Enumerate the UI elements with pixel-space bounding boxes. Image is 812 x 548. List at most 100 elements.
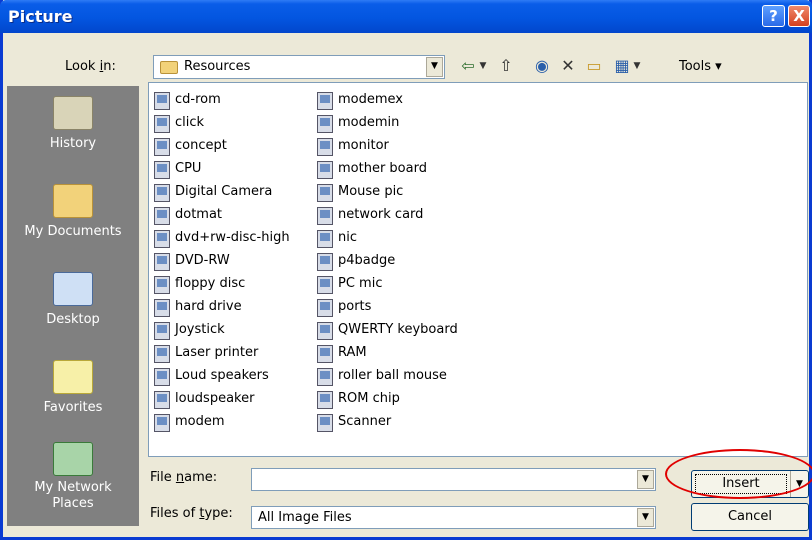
place-label: Desktop bbox=[46, 312, 100, 327]
file-item-label: Scanner bbox=[338, 414, 392, 429]
image-file-icon bbox=[154, 299, 170, 317]
image-file-icon bbox=[317, 184, 333, 202]
image-file-icon bbox=[317, 115, 333, 133]
file-item-label: Laser printer bbox=[175, 345, 259, 360]
file-item-label: Joystick bbox=[175, 322, 225, 337]
place-my-documents[interactable]: My Documents bbox=[7, 184, 139, 240]
file-type-label: Files of type: bbox=[150, 506, 233, 521]
image-file-icon bbox=[154, 161, 170, 179]
views-icon[interactable]: ▦ bbox=[611, 54, 633, 78]
file-item-label: RAM bbox=[338, 345, 367, 360]
image-file-icon bbox=[154, 276, 170, 294]
chevron-down-icon[interactable]: ▼ bbox=[426, 57, 443, 77]
file-item-label: modemin bbox=[338, 115, 400, 130]
file-item-label: mother board bbox=[338, 161, 427, 176]
image-file-icon bbox=[317, 345, 333, 363]
tools-menu[interactable]: Tools ▾ bbox=[679, 59, 722, 74]
file-name-label: File name: bbox=[150, 470, 218, 485]
file-item-label: nic bbox=[338, 230, 357, 245]
file-item-label: Digital Camera bbox=[175, 184, 273, 199]
search-web-icon[interactable]: ◉ bbox=[531, 54, 553, 78]
file-name-field[interactable]: ▼ bbox=[251, 468, 656, 491]
place-my-network-places[interactable]: My Network Places bbox=[7, 442, 139, 512]
up-folder-icon[interactable]: ⇧ bbox=[495, 54, 517, 78]
look-in-value: Resources bbox=[184, 59, 251, 74]
file-type-dropdown[interactable]: All Image Files ▼ bbox=[251, 506, 656, 529]
window-title: Picture bbox=[8, 7, 73, 26]
look-in-dropdown[interactable]: Resources ▼ bbox=[153, 55, 445, 79]
image-file-icon bbox=[154, 138, 170, 156]
image-file-icon bbox=[317, 138, 333, 156]
file-item-label: p4badge bbox=[338, 253, 396, 268]
image-file-icon bbox=[154, 253, 170, 271]
file-type-value: All Image Files bbox=[258, 510, 352, 525]
my-documents-icon bbox=[53, 184, 93, 218]
file-item-label: dvd+rw-disc-high bbox=[175, 230, 290, 245]
file-item-label: dotmat bbox=[175, 207, 223, 222]
file-item-label: hard drive bbox=[175, 299, 242, 314]
place-desktop[interactable]: Desktop bbox=[7, 272, 139, 328]
place-label: History bbox=[49, 136, 97, 151]
file-item-label: modemex bbox=[338, 92, 403, 107]
file-item-label: QWERTY keyboard bbox=[338, 322, 458, 337]
image-file-icon bbox=[317, 391, 333, 409]
picture-dialog: Picture ? X Look in: Resources ▼ ⇦ ▼ ⇧ ◉… bbox=[0, 0, 812, 540]
image-file-icon bbox=[154, 322, 170, 340]
file-list[interactable]: cd-rom click concept CPU Digital Camera dotma… bbox=[148, 82, 808, 457]
image-file-icon bbox=[154, 92, 170, 110]
image-file-icon bbox=[317, 161, 333, 179]
file-item-label: Mouse pic bbox=[338, 184, 404, 199]
cancel-button[interactable]: Cancel bbox=[691, 503, 809, 531]
network-icon bbox=[53, 442, 93, 476]
file-item-label: click bbox=[175, 115, 205, 130]
file-item-label: Loud speakers bbox=[175, 368, 269, 383]
look-in-label: Look in: bbox=[65, 59, 116, 74]
image-file-icon bbox=[154, 414, 170, 432]
image-file-icon bbox=[154, 207, 170, 225]
file-item-label: concept bbox=[175, 138, 227, 153]
image-file-icon bbox=[317, 230, 333, 248]
image-file-icon bbox=[317, 92, 333, 110]
place-favorites[interactable]: Favorites bbox=[7, 360, 139, 416]
views-dropdown-icon[interactable]: ▼ bbox=[631, 54, 643, 78]
help-button[interactable]: ? bbox=[762, 5, 785, 27]
file-item-label: loudspeaker bbox=[175, 391, 255, 406]
image-file-icon bbox=[317, 276, 333, 294]
highlight-circle bbox=[665, 449, 812, 499]
back-dropdown-icon[interactable]: ▼ bbox=[477, 54, 489, 78]
file-item-label: monitor bbox=[338, 138, 389, 153]
place-label: Favorites bbox=[43, 400, 103, 415]
image-file-icon bbox=[154, 115, 170, 133]
chevron-down-icon[interactable]: ▼ bbox=[637, 470, 654, 489]
folder-icon bbox=[160, 61, 178, 74]
file-item-label: floppy disc bbox=[175, 276, 246, 291]
places-bar: History My Documents Desktop Favorites M… bbox=[7, 86, 139, 526]
image-file-icon bbox=[154, 230, 170, 248]
file-item-label: ROM chip bbox=[338, 391, 400, 406]
cancel-button-label: Cancel bbox=[727, 509, 773, 524]
close-button[interactable]: X bbox=[788, 5, 810, 27]
place-history[interactable]: History bbox=[7, 96, 139, 152]
title-bar: Picture ? X bbox=[0, 0, 812, 33]
desktop-icon bbox=[53, 272, 93, 306]
image-file-icon bbox=[317, 414, 333, 432]
chevron-down-icon[interactable]: ▼ bbox=[637, 508, 654, 527]
image-file-icon bbox=[317, 253, 333, 271]
favorites-icon bbox=[53, 360, 93, 394]
file-item-label: cd-rom bbox=[175, 92, 221, 107]
image-file-icon bbox=[154, 345, 170, 363]
place-label: My Documents bbox=[24, 224, 122, 239]
image-file-icon bbox=[317, 322, 333, 340]
file-item-label: roller ball mouse bbox=[338, 368, 447, 383]
history-icon bbox=[53, 96, 93, 130]
delete-icon[interactable]: ✕ bbox=[557, 54, 579, 78]
image-file-icon bbox=[154, 391, 170, 409]
image-file-icon bbox=[154, 184, 170, 202]
image-file-icon bbox=[317, 299, 333, 317]
file-item-label: ports bbox=[338, 299, 372, 314]
image-file-icon bbox=[154, 368, 170, 386]
place-label: My Network Places bbox=[34, 480, 112, 511]
file-item-label: DVD-RW bbox=[175, 253, 230, 268]
new-folder-icon[interactable]: ▭ bbox=[583, 54, 605, 78]
back-icon[interactable]: ⇦ bbox=[457, 54, 479, 78]
